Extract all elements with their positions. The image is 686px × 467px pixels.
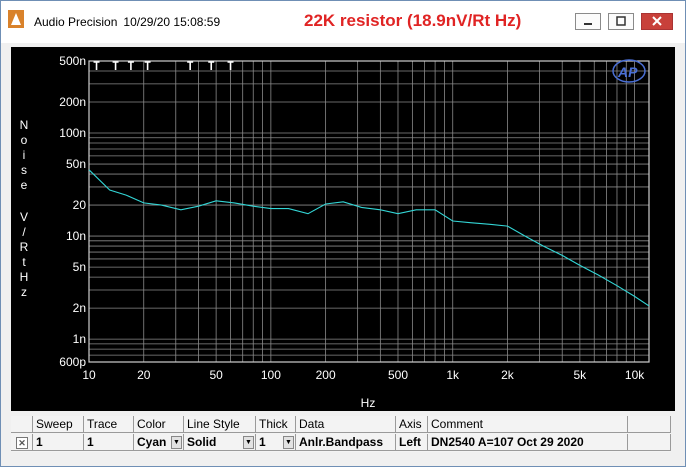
- cell-filler: [628, 434, 671, 451]
- y-axis-label-char: e: [21, 178, 28, 192]
- app-name: Audio Precision: [34, 15, 118, 29]
- close-button[interactable]: [641, 13, 673, 30]
- sweep-marker: [144, 61, 151, 70]
- y-axis-label-char: o: [21, 133, 28, 147]
- cell-sweep[interactable]: 1: [33, 434, 84, 451]
- y-tick-label: 2n: [73, 301, 86, 315]
- row-enable-checkbox[interactable]: ✕: [16, 437, 28, 449]
- header-trace: Trace: [84, 416, 134, 433]
- maximize-icon: [616, 16, 626, 26]
- datetime-stamp: 10/29/20 15:08:59: [123, 15, 221, 29]
- x-tick-label: 5k: [574, 368, 588, 382]
- cell-trace[interactable]: 1: [84, 434, 134, 451]
- sweep-markers: [93, 61, 234, 70]
- x-tick-label: 200: [316, 368, 336, 382]
- trace-table: Sweep Trace Color Line Style Thick Data …: [11, 416, 671, 452]
- header-color: Color: [134, 416, 184, 433]
- grid: [88, 60, 649, 363]
- cell-comment[interactable]: DN2540 A=107 Oct 29 2020: [428, 434, 628, 451]
- row-enable-cell[interactable]: ✕: [11, 434, 33, 451]
- header-thick: Thick: [256, 416, 296, 433]
- x-tick-label: 50: [209, 368, 223, 382]
- color-select-value: Cyan: [137, 435, 167, 449]
- y-axis-label-char: V: [20, 210, 28, 224]
- sweep-marker: [208, 61, 215, 70]
- minimize-icon: [584, 23, 592, 25]
- series: [88, 169, 650, 307]
- header-axis: Axis: [396, 416, 428, 433]
- x-tick-label: 10: [82, 368, 96, 382]
- y-tick-label: 100n: [59, 126, 86, 140]
- window-title: Audio Precision 10/29/20 15:08:59: [34, 15, 220, 29]
- y-axis-label-char: /: [22, 225, 26, 239]
- app-window: Audio Precision 10/29/20 15:08:59 22K res…: [0, 0, 686, 467]
- x-axis-label: Hz: [361, 396, 376, 410]
- y-axis-label-char: H: [20, 270, 29, 284]
- y-tick-label: 200n: [59, 95, 86, 109]
- line-style-select[interactable]: Solid ▼: [184, 434, 256, 451]
- x-tick-label: 500: [388, 368, 408, 382]
- y-tick-labels: 500n 200n 100n 50n 20 10n 5n 2n 1n 600p: [59, 54, 86, 369]
- thick-select-value: 1: [259, 435, 266, 449]
- x-tick-labels: 10 20 50 100 200 500 1k 2k 5k 10k: [82, 368, 645, 382]
- svg-text:AP: AP: [617, 64, 638, 80]
- sweep-marker: [227, 61, 234, 70]
- y-tick-label: 500n: [59, 54, 86, 68]
- cell-axis[interactable]: Left: [396, 434, 428, 451]
- y-tick-label: 50n: [66, 157, 86, 171]
- title-bar[interactable]: Audio Precision 10/29/20 15:08:59 22K res…: [1, 1, 685, 43]
- header-data: Data: [296, 416, 396, 433]
- x-tick-label: 100: [261, 368, 281, 382]
- plot-frame: [88, 60, 650, 363]
- y-axis-label-char: s: [21, 163, 27, 177]
- y-axis-label-char: z: [21, 285, 27, 299]
- header-filler: [628, 416, 671, 433]
- header-blank: [11, 416, 33, 433]
- sweep-marker: [187, 61, 194, 70]
- thick-select[interactable]: 1 ▼: [256, 434, 296, 451]
- header-sweep: Sweep: [33, 416, 84, 433]
- y-tick-label: 5n: [73, 260, 86, 274]
- y-tick-label: 10n: [66, 229, 86, 243]
- x-tick-label: 20: [137, 368, 151, 382]
- maximize-button[interactable]: [608, 13, 634, 30]
- table-header: Sweep Trace Color Line Style Thick Data …: [11, 416, 671, 434]
- y-axis-label: Noise V/RtHz: [20, 118, 29, 299]
- header-comment: Comment: [428, 416, 628, 433]
- dropdown-arrow-icon[interactable]: ▼: [171, 436, 182, 449]
- line-style-select-value: Solid: [187, 435, 217, 449]
- dropdown-arrow-icon[interactable]: ▼: [283, 436, 294, 449]
- y-axis-label-char: t: [22, 255, 26, 269]
- y-tick-label: 20: [73, 198, 87, 212]
- dropdown-arrow-icon[interactable]: ▼: [243, 436, 254, 449]
- x-tick-label: 2k: [501, 368, 515, 382]
- plot-area[interactable]: 500n 200n 100n 50n 20 10n 5n 2n 1n 600p 10 20 50 100…: [11, 47, 675, 411]
- close-icon: [652, 16, 662, 26]
- x-tick-label: 1k: [446, 368, 460, 382]
- y-axis-label-char: R: [20, 240, 29, 254]
- plot-border: [88, 60, 650, 363]
- chart-annotation: 22K resistor (18.9nV/Rt Hz): [304, 11, 522, 30]
- sweep-marker: [127, 61, 134, 70]
- y-tick-label: 1n: [73, 332, 86, 346]
- y-tick-label: 600p: [59, 355, 86, 369]
- sweep-marker: [93, 61, 100, 70]
- header-line-style: Line Style: [184, 416, 256, 433]
- audio-precision-icon: [8, 10, 24, 28]
- noise-chart[interactable]: 500n 200n 100n 50n 20 10n 5n 2n 1n 600p 10 20 50 100…: [11, 47, 675, 411]
- sweep-marker: [112, 61, 119, 70]
- color-select[interactable]: Cyan ▼: [134, 434, 184, 451]
- x-tick-label: 10k: [625, 368, 645, 382]
- y-axis-label-char: N: [20, 118, 29, 132]
- series-line: [88, 169, 650, 307]
- cell-data[interactable]: Anlr.Bandpass: [296, 434, 396, 451]
- minimize-button[interactable]: [575, 13, 601, 30]
- y-axis-label-char: i: [23, 148, 26, 162]
- table-row[interactable]: ✕ 1 1 Cyan ▼ Solid ▼ 1 ▼ Anlr.Bandpass L…: [11, 434, 671, 452]
